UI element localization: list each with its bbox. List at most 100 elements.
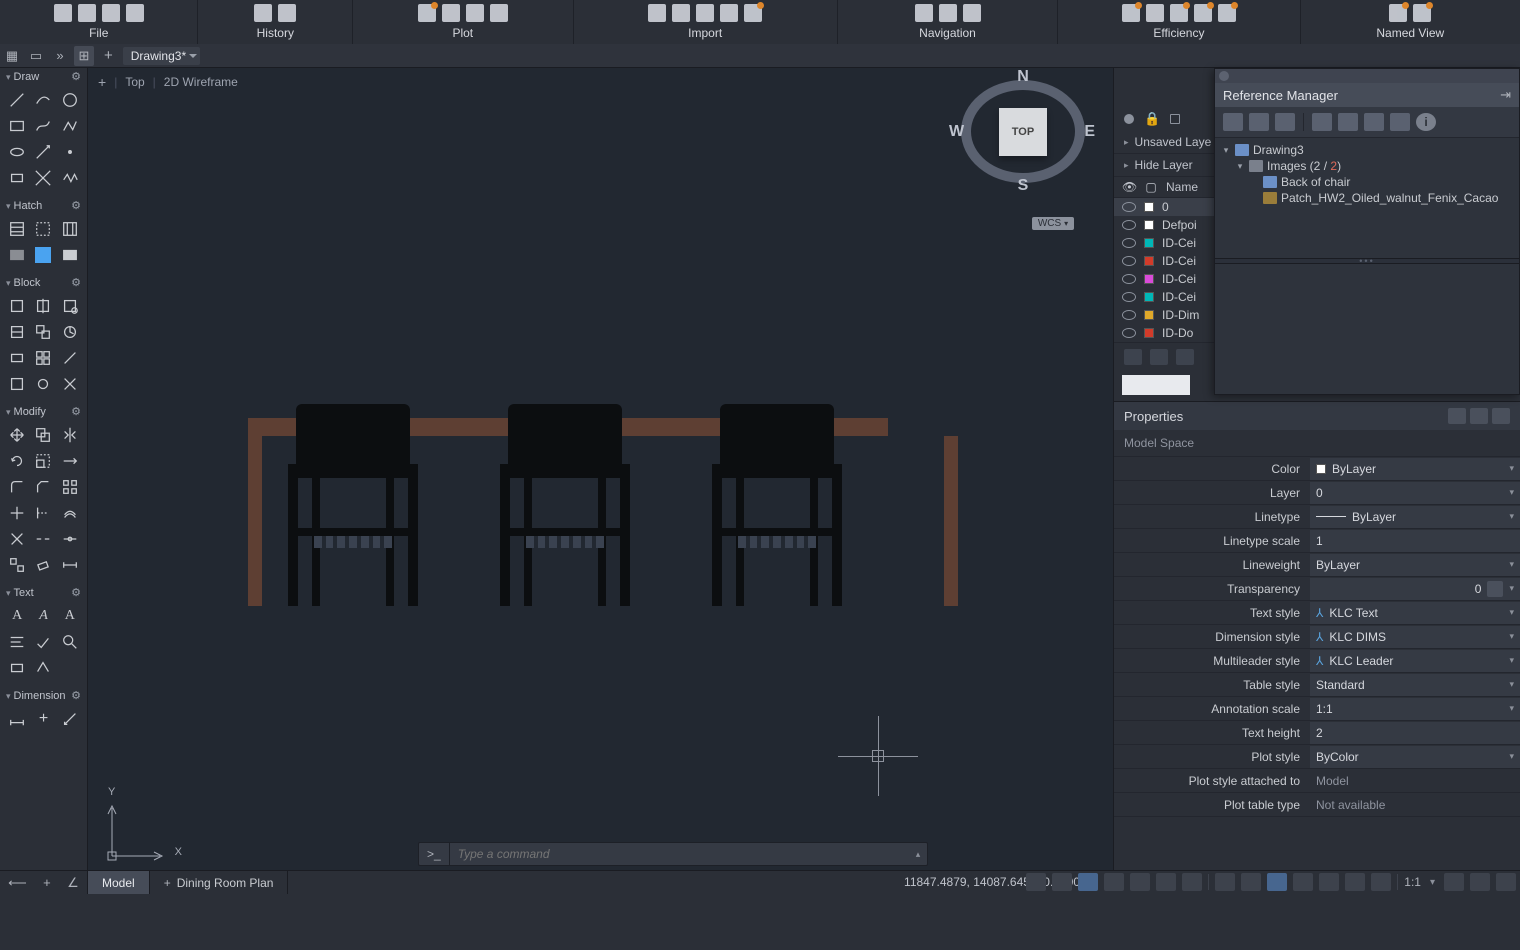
status-toggle[interactable] <box>1241 873 1261 891</box>
dim-angle-icon[interactable]: ∠ <box>67 875 79 891</box>
import-other-icon[interactable] <box>744 4 762 22</box>
plot-preview-icon[interactable] <box>442 4 460 22</box>
wcs-dropdown[interactable]: WCS <box>1032 217 1074 230</box>
layer-color-swatch[interactable] <box>1144 274 1154 284</box>
viewport-label[interactable]: + | Top | 2D Wireframe <box>98 74 238 90</box>
status-toggle[interactable] <box>1371 873 1391 891</box>
viewport-add-icon[interactable]: + <box>98 74 106 90</box>
tabstrip-grid-icon[interactable]: ▦ <box>2 46 22 66</box>
rotate-tool[interactable] <box>6 450 28 472</box>
layer-color-swatch[interactable] <box>1144 220 1154 230</box>
status-toggle[interactable] <box>1052 873 1072 891</box>
nav-zoom-icon[interactable] <box>915 4 933 22</box>
ref-header[interactable]: Reference Manager ⇥ <box>1215 83 1519 107</box>
file-save-icon[interactable] <box>102 4 120 22</box>
eff-2-icon[interactable] <box>1146 4 1164 22</box>
close-icon[interactable] <box>1219 71 1229 81</box>
ray-tool[interactable] <box>32 141 54 163</box>
section-modify-header[interactable]: ▾Modify ⚙ <box>0 403 87 420</box>
ref-node-images[interactable]: ▾ Images (2 / 2) <box>1221 158 1513 174</box>
file-new-icon[interactable] <box>54 4 72 22</box>
transparency-picker-icon[interactable] <box>1487 581 1503 597</box>
command-expand-icon[interactable]: ▴ <box>909 849 927 860</box>
layer-color-swatch[interactable] <box>1144 292 1154 302</box>
lock-icon[interactable]: 🔒 <box>1144 111 1160 127</box>
section-draw-header[interactable]: ▾Draw ⚙ <box>0 68 87 85</box>
gear-icon[interactable]: ⚙ <box>71 405 81 418</box>
ref-divider[interactable] <box>1215 258 1519 264</box>
ref-attach-icon[interactable] <box>1223 113 1243 131</box>
array-tool[interactable] <box>59 476 81 498</box>
text-8-tool[interactable] <box>32 657 54 679</box>
lengthen-tool[interactable] <box>59 554 81 576</box>
property-value[interactable]: Standard <box>1310 674 1520 696</box>
extend-tool[interactable] <box>32 502 54 524</box>
boundary-tool[interactable] <box>32 218 54 240</box>
info-icon[interactable]: i <box>1416 113 1436 131</box>
property-value[interactable]: ⅄KLC Text <box>1310 602 1520 624</box>
command-line[interactable]: >_ ▴ <box>418 842 928 866</box>
ref-unload-icon[interactable] <box>1275 113 1295 131</box>
props-btn-2[interactable] <box>1470 408 1488 424</box>
property-value[interactable]: 1 <box>1310 530 1520 552</box>
status-toggle[interactable] <box>1078 873 1098 891</box>
gear-icon[interactable]: ⚙ <box>71 276 81 289</box>
visibility-icon[interactable] <box>1122 256 1136 266</box>
visibility-icon[interactable] <box>1122 274 1136 284</box>
status-toggle[interactable] <box>1215 873 1235 891</box>
view-cube[interactable]: N S E W TOP WCS <box>953 80 1093 230</box>
undo-icon[interactable] <box>254 4 272 22</box>
scale-tool[interactable] <box>32 450 54 472</box>
view-cube-face[interactable]: TOP <box>999 108 1047 156</box>
visibility-icon[interactable] <box>1122 220 1136 230</box>
property-value[interactable]: ByLayer <box>1310 506 1520 528</box>
gear-icon[interactable]: ⚙ <box>71 586 81 599</box>
status-toggle[interactable] <box>1293 873 1313 891</box>
property-value[interactable]: 2 <box>1310 722 1520 744</box>
property-value[interactable]: 0 <box>1310 482 1520 504</box>
tabstrip-layout-icon[interactable]: ⊞ <box>74 46 94 66</box>
layer-color-swatch[interactable] <box>1144 238 1154 248</box>
annotation-scale[interactable]: 1:1 <box>1404 875 1421 889</box>
namedview-2-icon[interactable] <box>1413 4 1431 22</box>
block-attr-tool[interactable] <box>6 321 28 343</box>
block-12-tool[interactable] <box>59 373 81 395</box>
solid-tool[interactable] <box>32 244 54 266</box>
layer-color-swatch[interactable] <box>1144 256 1154 266</box>
import-pdf-icon[interactable] <box>696 4 714 22</box>
props-btn-1[interactable] <box>1448 408 1466 424</box>
block-edit-tool[interactable] <box>59 295 81 317</box>
hatch-tool[interactable] <box>6 218 28 240</box>
block-wblock-tool[interactable] <box>32 321 54 343</box>
block-8-tool[interactable] <box>32 347 54 369</box>
ref-refresh-icon[interactable] <box>1338 113 1358 131</box>
section-dimension-header[interactable]: ▾Dimension ⚙ <box>0 687 87 704</box>
property-value[interactable]: ⅄KLC DIMS <box>1310 626 1520 648</box>
explode-tool[interactable] <box>6 528 28 550</box>
property-value[interactable]: 1:1 <box>1310 698 1520 720</box>
align-tool[interactable] <box>6 554 28 576</box>
chamfer-tool[interactable] <box>32 476 54 498</box>
ref-bind-icon[interactable] <box>1312 113 1332 131</box>
block-7-tool[interactable] <box>6 347 28 369</box>
break-tool[interactable] <box>32 528 54 550</box>
drawing-canvas[interactable]: + | Top | 2D Wireframe N S E W TOP WCS <box>88 68 1113 870</box>
namedview-1-icon[interactable] <box>1389 4 1407 22</box>
layout-tab-model[interactable]: Model <box>88 871 150 894</box>
layer-color-swatch[interactable] <box>1144 328 1154 338</box>
eff-1-icon[interactable] <box>1122 4 1140 22</box>
layer-color-swatch[interactable] <box>1144 202 1154 212</box>
compass-w[interactable]: W <box>949 123 964 141</box>
property-value[interactable]: 0▾ <box>1310 578 1520 600</box>
ucs-icon[interactable]: Y X <box>102 786 182 866</box>
dim-continue-icon[interactable]: ⟵ <box>8 875 27 891</box>
xline-tool[interactable] <box>32 167 54 189</box>
plot-icon[interactable] <box>418 4 436 22</box>
eff-5-icon[interactable] <box>1218 4 1236 22</box>
mtext-tool[interactable]: A <box>6 605 28 627</box>
text-9-tool[interactable] <box>59 657 81 679</box>
move-tool[interactable] <box>6 424 28 446</box>
property-value[interactable]: ByLayer <box>1310 554 1520 576</box>
block-9-tool[interactable] <box>59 347 81 369</box>
property-value[interactable]: ⅄KLC Leader <box>1310 650 1520 672</box>
